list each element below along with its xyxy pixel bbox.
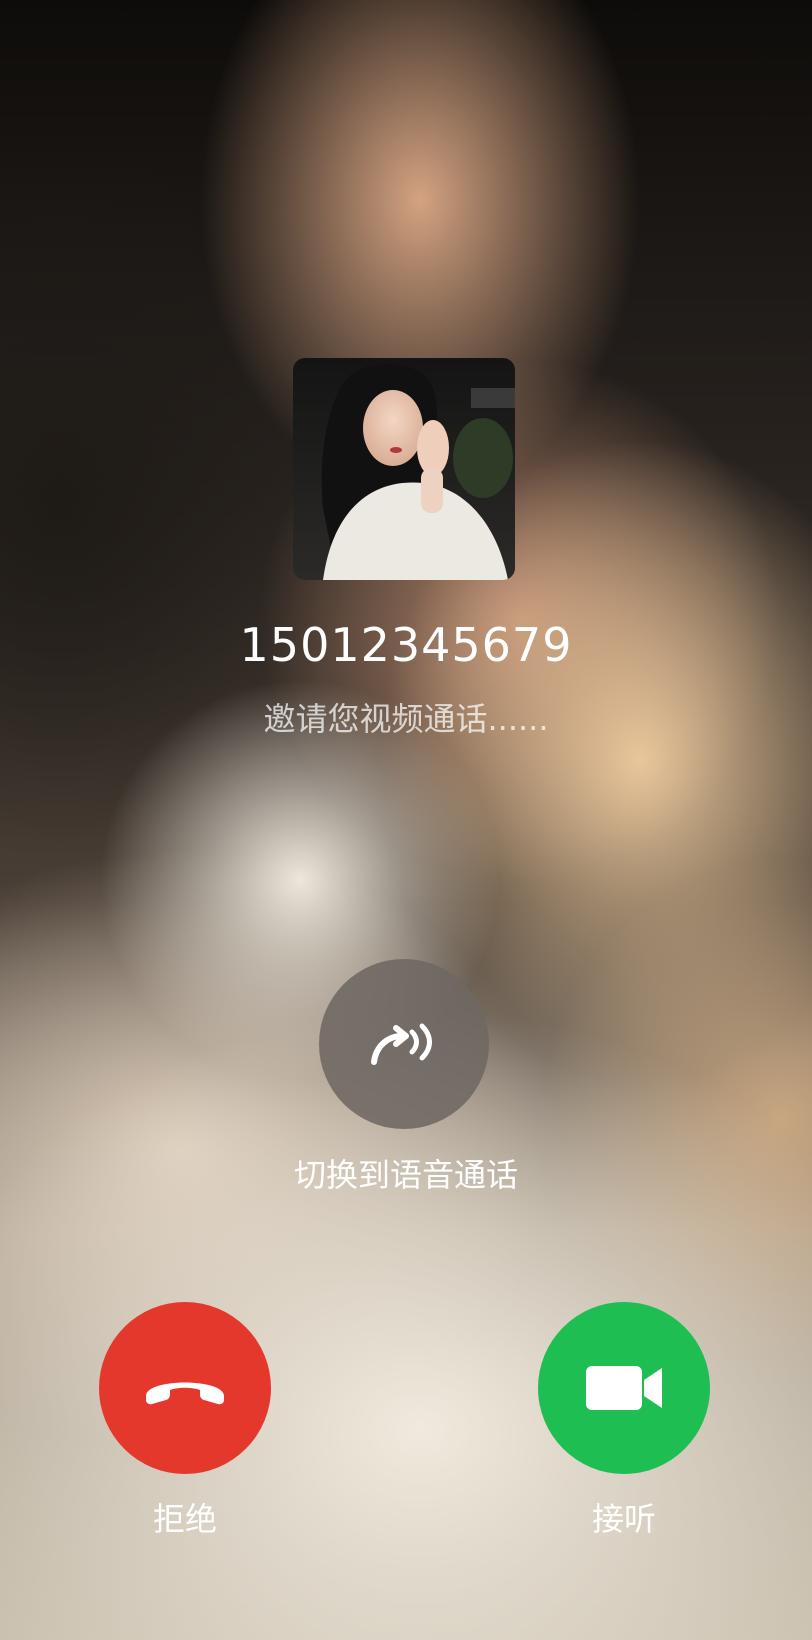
reject-call-label: 拒绝 [152, 1500, 217, 1538]
caller-avatar-image [293, 358, 515, 580]
switch-to-voice-button[interactable] [319, 959, 489, 1129]
video-camera-icon [586, 1366, 662, 1410]
reject-call-button[interactable] [99, 1302, 271, 1474]
switch-to-voice-icon [371, 1023, 432, 1065]
accept-call-label: 接听 [591, 1500, 656, 1538]
switch-to-voice-label: 切换到语音通话 [293, 1156, 518, 1194]
accept-call-button[interactable] [538, 1302, 710, 1474]
video-call-screen: 15012345679 邀请您视频通话...... 切换到语音通话 拒绝 接听 [0, 0, 812, 1640]
caller-number: 15012345679 [239, 618, 573, 672]
caller-avatar [293, 358, 515, 580]
call-status-text: 邀请您视频通话...... [263, 700, 549, 738]
hang-up-phone-icon [146, 1382, 224, 1405]
